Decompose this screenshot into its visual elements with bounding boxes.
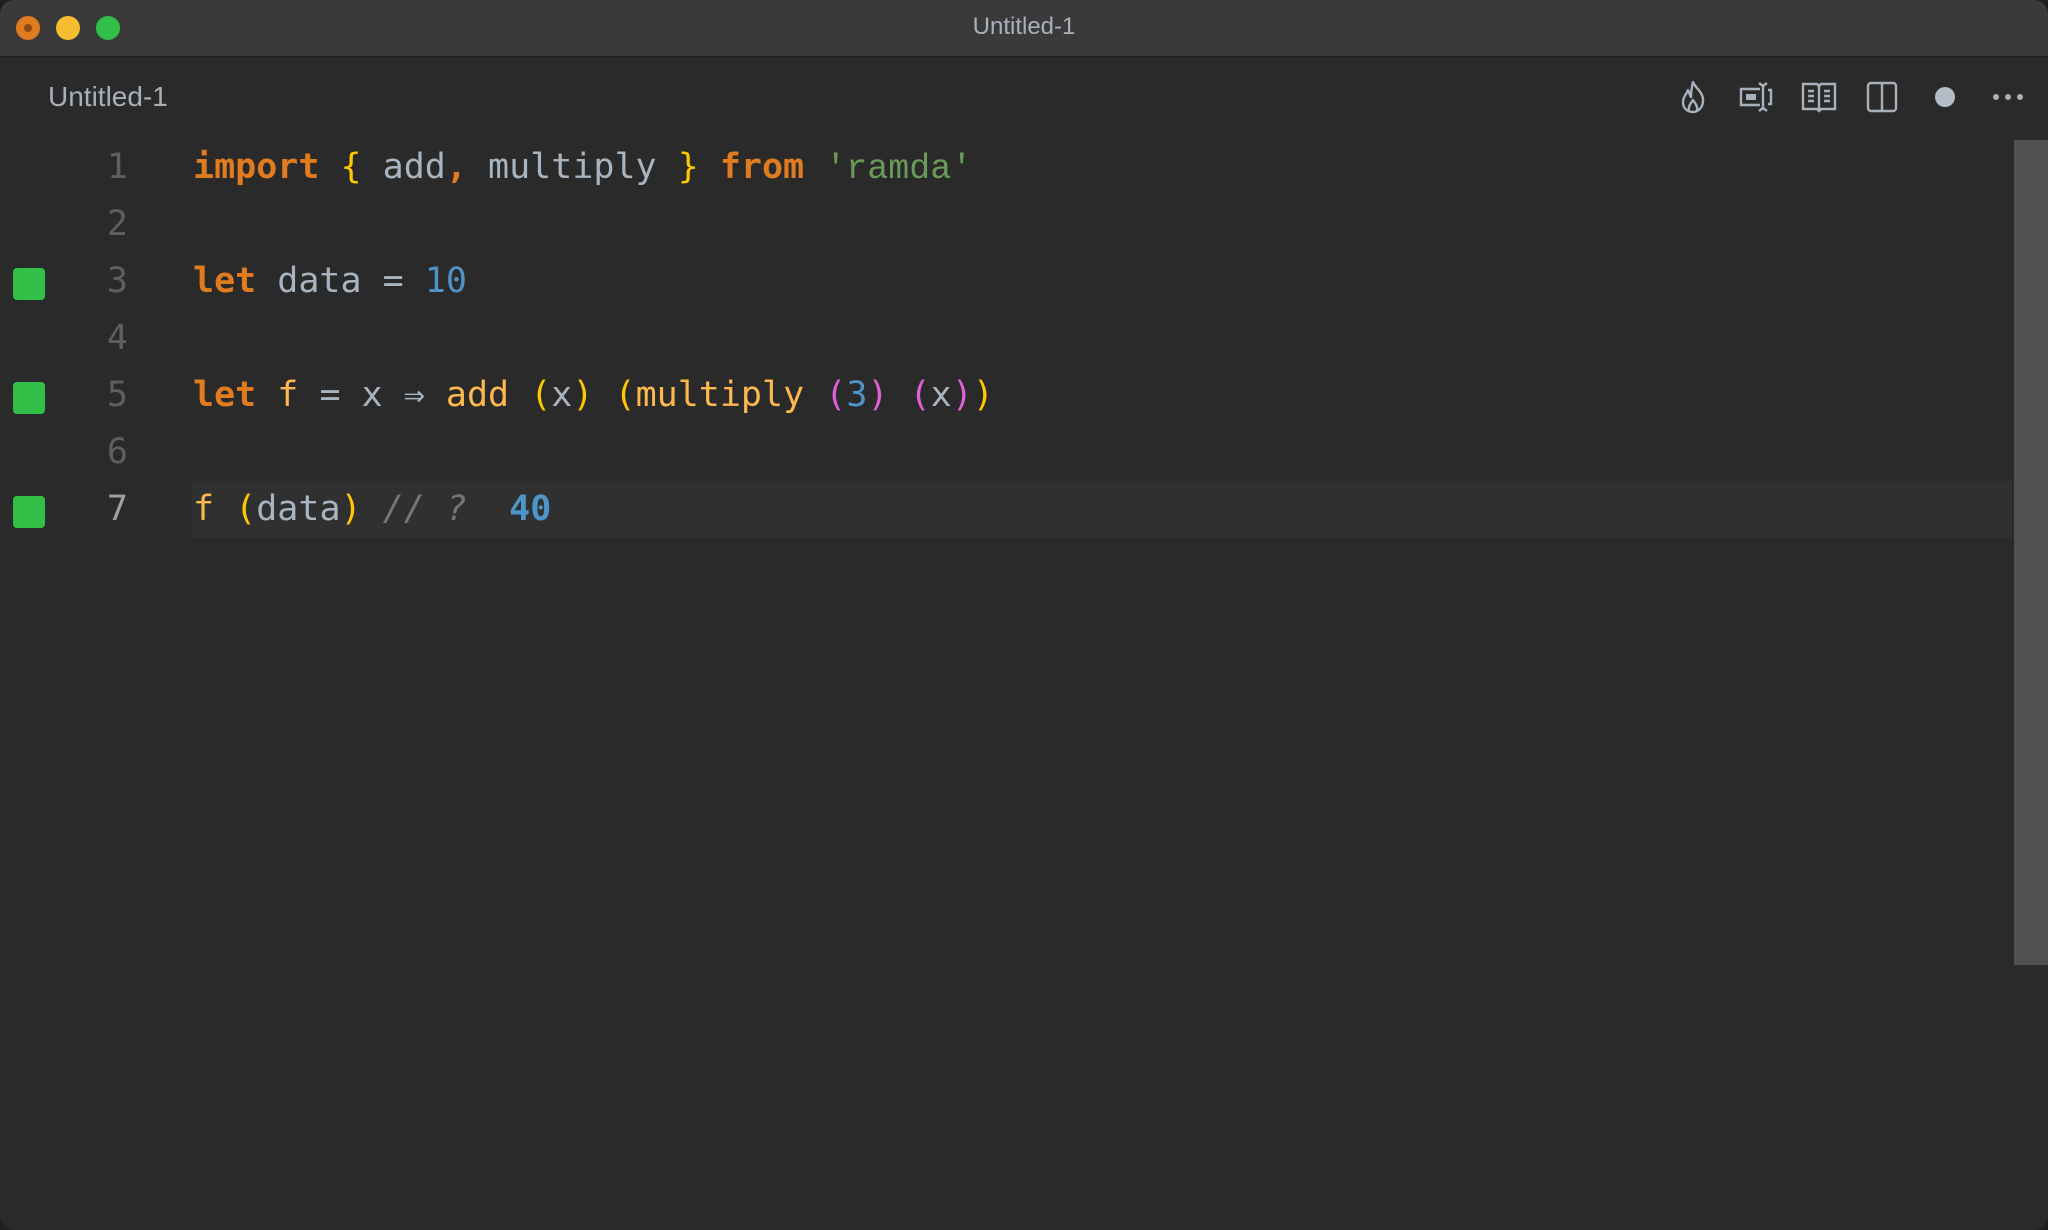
code-token: 3 (846, 375, 868, 415)
code-token: ) (867, 375, 889, 415)
dot-icon (1935, 87, 1955, 107)
editor-window: Untitled-1 Untitled-1 1 import {add, mu… (0, 0, 2048, 1230)
code-token: ( (530, 375, 552, 415)
code-token: data (256, 489, 341, 529)
line-number: 1 (106, 147, 128, 187)
code-line[interactable]: 5 let f = x ⇒ add (x) (multiply (3) (x)) (0, 367, 2012, 424)
title-bar[interactable]: Untitled-1 (0, 0, 2048, 57)
code-token: ) (572, 375, 594, 415)
quokka-button[interactable] (1673, 77, 1713, 117)
code-text[interactable]: let f = x ⇒ add (x) (multiply (3) (x)) (193, 375, 994, 415)
code-line[interactable]: 7 f (data) // ? 40 (0, 481, 2012, 538)
code-line[interactable]: 3 let data = 10 (0, 253, 2012, 310)
code-token: ( (235, 489, 257, 529)
line-number: 5 (106, 375, 128, 415)
code-token: x (551, 375, 573, 415)
line-number: 6 (106, 432, 128, 472)
ellipsis-icon (1993, 94, 2023, 100)
code-token: let (193, 261, 257, 301)
open-preview-button[interactable] (1799, 77, 1839, 117)
code-token: , (445, 147, 467, 187)
code-token: } (677, 147, 699, 187)
code-line[interactable]: 6 (0, 424, 2012, 481)
more-actions-button[interactable] (1988, 77, 2028, 117)
line-number: 7 (106, 489, 128, 529)
code-token: 10 (424, 261, 467, 301)
vertical-scrollbar[interactable] (2014, 139, 2048, 1230)
split-editor-icon (1866, 81, 1898, 113)
code-token: f (277, 375, 299, 415)
code-line[interactable]: 2 (0, 196, 2012, 253)
coverage-marker[interactable] (13, 496, 45, 528)
line-number: 4 (106, 318, 128, 358)
code-token: ) (972, 375, 994, 415)
tab-bar: Untitled-1 (0, 57, 2048, 139)
code-token: ( (825, 375, 847, 415)
toggle-inline-button[interactable] (1736, 77, 1776, 117)
code-token: multiply (466, 147, 678, 187)
code-token: data = (256, 261, 425, 301)
code-token: f (193, 489, 215, 529)
code-text[interactable]: let data = 10 (193, 261, 467, 301)
code-token: // ? (382, 489, 467, 529)
code-token: let (193, 375, 257, 415)
code-token: add (361, 147, 446, 187)
code-line[interactable]: 4 (0, 310, 2012, 367)
window-title: Untitled-1 (972, 13, 1076, 40)
code-editor[interactable]: 1 import { add, multiply } from 'ramda' 2 3… (0, 139, 2012, 1230)
coverage-marker[interactable] (13, 382, 45, 414)
scrollbar-thumb[interactable] (2014, 140, 2048, 965)
code-text[interactable]: f (data) // ? 40 (193, 489, 551, 529)
code-text[interactable]: import { add, multiply } from 'ramda' (193, 147, 972, 189)
code-line[interactable]: 1 import { add, multiply } from 'ramda' (0, 139, 2012, 196)
editor-actions (1650, 77, 2028, 117)
book-icon (1801, 82, 1837, 113)
coverage-marker[interactable] (13, 268, 45, 300)
code-token: x (930, 375, 952, 415)
code-token: import (193, 147, 320, 187)
code-token: ) (340, 489, 362, 529)
code-token: ) (951, 375, 973, 415)
text-cursor-box-icon (1739, 82, 1773, 112)
code-token: 'ramda' (825, 149, 973, 189)
line-number: 3 (106, 261, 128, 301)
code-token: ( (909, 375, 931, 415)
inline-result: 40 (509, 489, 552, 529)
tab-untitled-1[interactable]: Untitled-1 (48, 81, 168, 113)
code-token: ( (614, 375, 636, 415)
code-token: = x ⇒ (298, 375, 446, 415)
code-token: from (719, 147, 805, 187)
line-number: 2 (106, 204, 128, 244)
code-token: multiply (635, 375, 805, 415)
code-token: { (340, 147, 362, 187)
flame-icon (1681, 80, 1705, 114)
split-editor-button[interactable] (1862, 77, 1902, 117)
code-token: add (445, 375, 510, 415)
unsaved-indicator[interactable] (1925, 77, 1965, 117)
